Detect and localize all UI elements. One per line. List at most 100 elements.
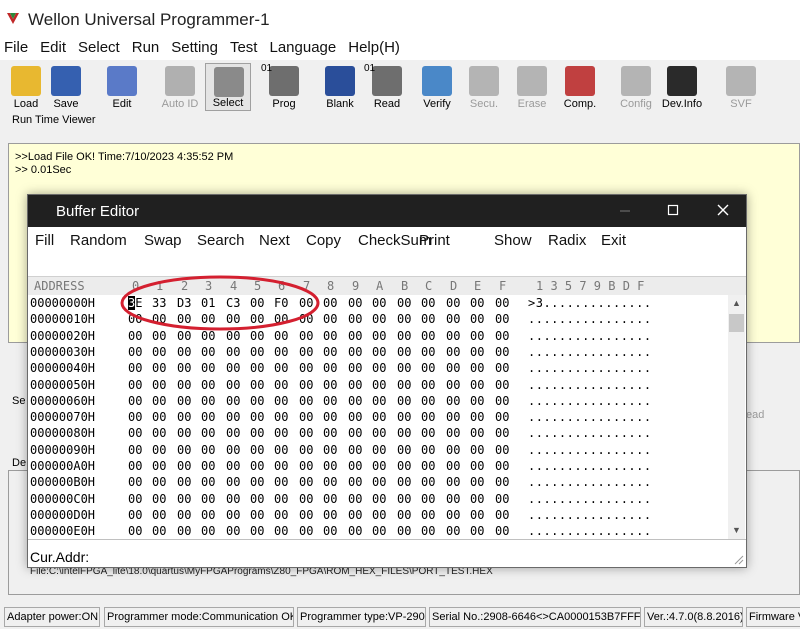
hex-byte-cell[interactable]: 00 xyxy=(421,443,435,457)
hex-byte-cell[interactable]: 00 xyxy=(470,378,484,392)
hex-byte-cell[interactable]: 00 xyxy=(323,459,337,473)
hex-byte-cell[interactable]: 00 xyxy=(323,410,337,424)
hex-byte-cell[interactable]: 00 xyxy=(201,410,215,424)
hex-byte-cell[interactable]: 00 xyxy=(274,459,288,473)
hex-byte-cell[interactable]: 00 xyxy=(397,524,411,538)
hex-byte-cell[interactable]: 00 xyxy=(177,345,191,359)
hex-byte-cell[interactable]: 00 xyxy=(128,361,142,375)
hex-byte-cell[interactable]: 00 xyxy=(177,508,191,522)
hex-byte-cell[interactable]: 00 xyxy=(299,459,313,473)
hex-byte-cell[interactable]: 00 xyxy=(274,475,288,489)
hex-byte-cell[interactable]: 00 xyxy=(470,345,484,359)
hex-byte-cell[interactable]: 00 xyxy=(323,296,337,310)
hex-byte-cell[interactable]: 00 xyxy=(495,492,509,506)
hex-byte-cell[interactable]: 00 xyxy=(348,329,362,343)
hex-byte-cell[interactable]: 00 xyxy=(250,312,264,326)
hex-byte-cell[interactable]: 00 xyxy=(299,524,313,538)
hex-byte-cell[interactable]: 00 xyxy=(201,524,215,538)
hex-byte-cell[interactable]: 00 xyxy=(446,426,460,440)
hex-byte-cell[interactable]: 00 xyxy=(372,426,386,440)
menu-language[interactable]: Language xyxy=(265,38,344,60)
hex-byte-cell[interactable]: 00 xyxy=(152,329,166,343)
hex-byte-cell[interactable]: 00 xyxy=(274,312,288,326)
hex-byte-cell[interactable]: 00 xyxy=(446,394,460,408)
hex-byte-cell[interactable]: 00 xyxy=(348,345,362,359)
hex-byte-cell[interactable]: 00 xyxy=(323,524,337,538)
hex-byte-cell[interactable]: 00 xyxy=(470,394,484,408)
hex-byte-cell[interactable]: 00 xyxy=(177,361,191,375)
hex-byte-cell[interactable]: 00 xyxy=(250,475,264,489)
hex-byte-cell[interactable]: 00 xyxy=(152,524,166,538)
hex-byte-cell[interactable]: 00 xyxy=(397,475,411,489)
hex-byte-cell[interactable]: 00 xyxy=(421,378,435,392)
hex-byte-cell[interactable]: 00 xyxy=(128,459,142,473)
hex-byte-cell[interactable]: 00 xyxy=(470,312,484,326)
hex-byte-cell[interactable]: 00 xyxy=(397,443,411,457)
hex-byte-cell[interactable]: 00 xyxy=(250,508,264,522)
hex-byte-cell[interactable]: 00 xyxy=(446,312,460,326)
hex-byte-cell[interactable]: 00 xyxy=(177,394,191,408)
hex-byte-cell[interactable]: 00 xyxy=(348,492,362,506)
hex-byte-cell[interactable]: 00 xyxy=(348,296,362,310)
hex-byte-cell[interactable]: 00 xyxy=(372,329,386,343)
hex-byte-cell[interactable]: 00 xyxy=(226,459,240,473)
maximize-button[interactable] xyxy=(658,200,688,222)
menu-test[interactable]: Test xyxy=(226,38,266,60)
menu-select[interactable]: Select xyxy=(74,38,128,60)
hex-byte-cell[interactable]: 00 xyxy=(397,426,411,440)
hex-byte-cell[interactable]: D3 xyxy=(177,296,191,310)
hex-byte-cell[interactable]: 00 xyxy=(446,443,460,457)
hex-byte-cell[interactable]: 00 xyxy=(128,329,142,343)
hex-byte-cell[interactable]: 00 xyxy=(397,361,411,375)
hex-byte-cell[interactable]: 00 xyxy=(372,459,386,473)
hex-byte-cell[interactable]: 00 xyxy=(128,410,142,424)
hex-byte-cell[interactable]: 00 xyxy=(299,361,313,375)
hex-byte-cell[interactable]: 00 xyxy=(348,426,362,440)
toolbar-save-button[interactable]: Save xyxy=(43,63,89,111)
hex-byte-cell[interactable]: 00 xyxy=(348,443,362,457)
hex-byte-cell[interactable]: 00 xyxy=(152,492,166,506)
hex-byte-cell[interactable]: 00 xyxy=(128,492,142,506)
hex-byte-cell[interactable]: 00 xyxy=(177,459,191,473)
hex-byte-cell[interactable]: 00 xyxy=(226,410,240,424)
hex-byte-cell[interactable]: 00 xyxy=(274,378,288,392)
hex-byte-cell[interactable]: 00 xyxy=(250,378,264,392)
hex-byte-cell[interactable]: 00 xyxy=(177,524,191,538)
menu-run[interactable]: Run xyxy=(128,38,168,60)
hex-byte-cell[interactable]: 00 xyxy=(348,394,362,408)
hex-byte-cell[interactable]: 00 xyxy=(470,426,484,440)
hex-byte-cell[interactable]: 00 xyxy=(323,475,337,489)
hex-byte-cell[interactable]: 00 xyxy=(323,508,337,522)
hex-byte-cell[interactable]: 00 xyxy=(152,426,166,440)
hex-byte-cell[interactable]: 00 xyxy=(226,361,240,375)
hex-byte-cell[interactable]: 00 xyxy=(323,492,337,506)
hex-byte-cell[interactable]: 00 xyxy=(299,410,313,424)
menu-help-h-[interactable]: Help(H) xyxy=(344,38,408,60)
hex-byte-cell[interactable]: 00 xyxy=(323,361,337,375)
hex-byte-cell[interactable]: 00 xyxy=(421,329,435,343)
hex-byte-cell[interactable]: 00 xyxy=(446,475,460,489)
hex-byte-cell[interactable]: 00 xyxy=(372,378,386,392)
hex-byte-cell[interactable]: 00 xyxy=(495,296,509,310)
hex-byte-cell[interactable]: 00 xyxy=(152,361,166,375)
buffer-editor-title-bar[interactable]: Buffer Editor xyxy=(28,195,746,227)
menu-file[interactable]: File xyxy=(0,38,36,60)
toolbar-edit-button[interactable]: Edit xyxy=(99,63,145,111)
hex-byte-cell[interactable]: 01 xyxy=(201,296,215,310)
hex-byte-cell[interactable]: 00 xyxy=(470,329,484,343)
hex-byte-cell[interactable]: 00 xyxy=(421,524,435,538)
hex-byte-cell[interactable]: 00 xyxy=(495,361,509,375)
hex-byte-cell[interactable]: 00 xyxy=(152,345,166,359)
hex-byte-cell[interactable]: 00 xyxy=(348,508,362,522)
toolbar-auto-id-button[interactable]: Auto ID xyxy=(157,63,203,111)
hex-grid[interactable]: 00000000H 3E 33 D3 01 C3 00 F0 00 00 00 00 00 00 00 00 0… xyxy=(28,295,728,539)
scroll-up-icon[interactable]: ▲ xyxy=(728,295,745,312)
hex-byte-cell[interactable]: 00 xyxy=(421,475,435,489)
hex-byte-cell[interactable]: 00 xyxy=(299,378,313,392)
hex-byte-cell[interactable]: 00 xyxy=(495,410,509,424)
hex-byte-cell[interactable]: 00 xyxy=(372,524,386,538)
hex-byte-cell[interactable]: 00 xyxy=(201,443,215,457)
hex-byte-cell[interactable]: 00 xyxy=(226,443,240,457)
hex-byte-cell[interactable]: 00 xyxy=(250,345,264,359)
hex-byte-cell[interactable]: 00 xyxy=(446,524,460,538)
